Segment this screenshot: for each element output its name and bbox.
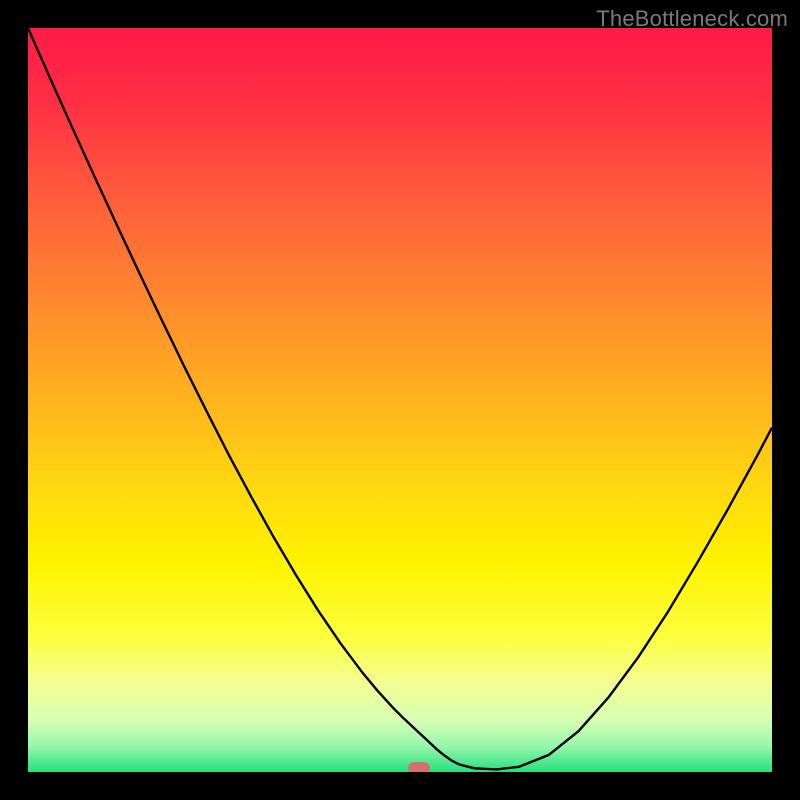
curve-layer [28,28,772,772]
bottleneck-curve [28,28,772,769]
optimal-marker [408,762,430,772]
watermark-text: TheBottleneck.com [596,6,788,32]
chart-frame: TheBottleneck.com [0,0,800,800]
plot-area [28,28,772,772]
